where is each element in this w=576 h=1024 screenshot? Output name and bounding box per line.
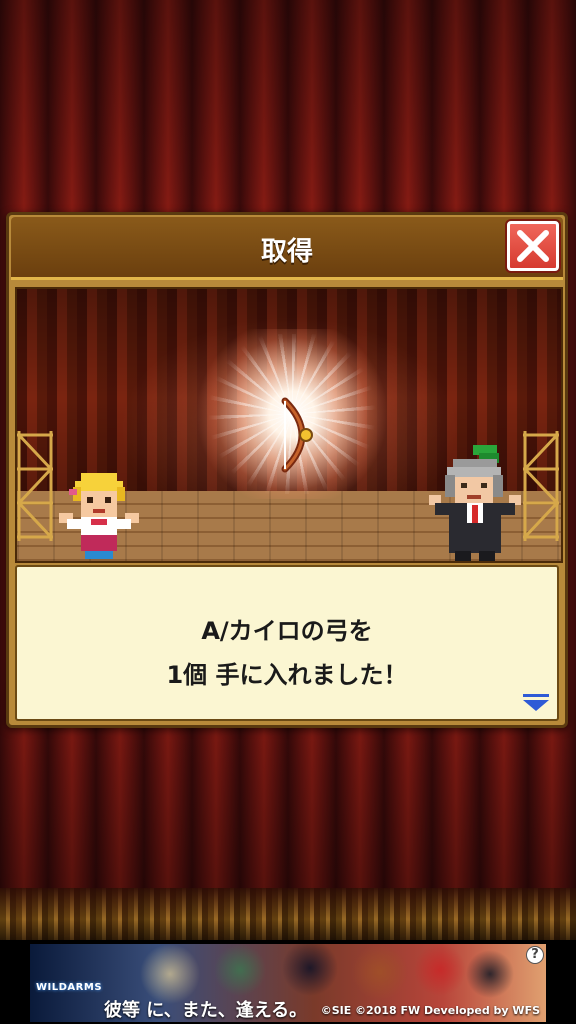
dialog-title: 取得 xyxy=(260,237,313,267)
next-arrow-icon[interactable] xyxy=(523,694,549,711)
ad-banner[interactable]: WILDARMS 彼等 に、また、逢える。 ©SIE ©2018 FW Deve… xyxy=(0,940,576,1024)
item-obtained-dialog: 取得 A/カイロの弓を 1個 手に入れました！ xyxy=(6,212,568,728)
message-box[interactable]: A/カイロの弓を 1個 手に入れました！ xyxy=(15,565,559,721)
ad-logo: WILDARMS xyxy=(36,982,103,993)
help-icon[interactable]: ? xyxy=(526,946,544,964)
ad-image[interactable]: WILDARMS 彼等 に、また、逢える。 ©SIE ©2018 FW Deve… xyxy=(30,944,546,1022)
close-button[interactable] xyxy=(507,221,559,271)
girl-character xyxy=(59,473,139,559)
bow-icon xyxy=(281,397,313,473)
ad-copyright: ©SIE ©2018 FW Developed by WFS xyxy=(320,1004,540,1017)
dialog-header: 取得 xyxy=(11,217,563,280)
item-stage-scene xyxy=(15,287,563,563)
old-man-character xyxy=(429,445,521,561)
scaffold-right xyxy=(523,431,559,541)
message-line-obtained: 1個 手に入れました！ xyxy=(166,661,408,689)
close-icon xyxy=(517,230,549,262)
curtain-fringe xyxy=(0,888,576,940)
ad-tagline: 彼等 に、また、逢える。 xyxy=(104,1000,308,1021)
scaffold-left xyxy=(17,431,53,541)
message-line-item: A/カイロの弓を xyxy=(201,617,373,645)
